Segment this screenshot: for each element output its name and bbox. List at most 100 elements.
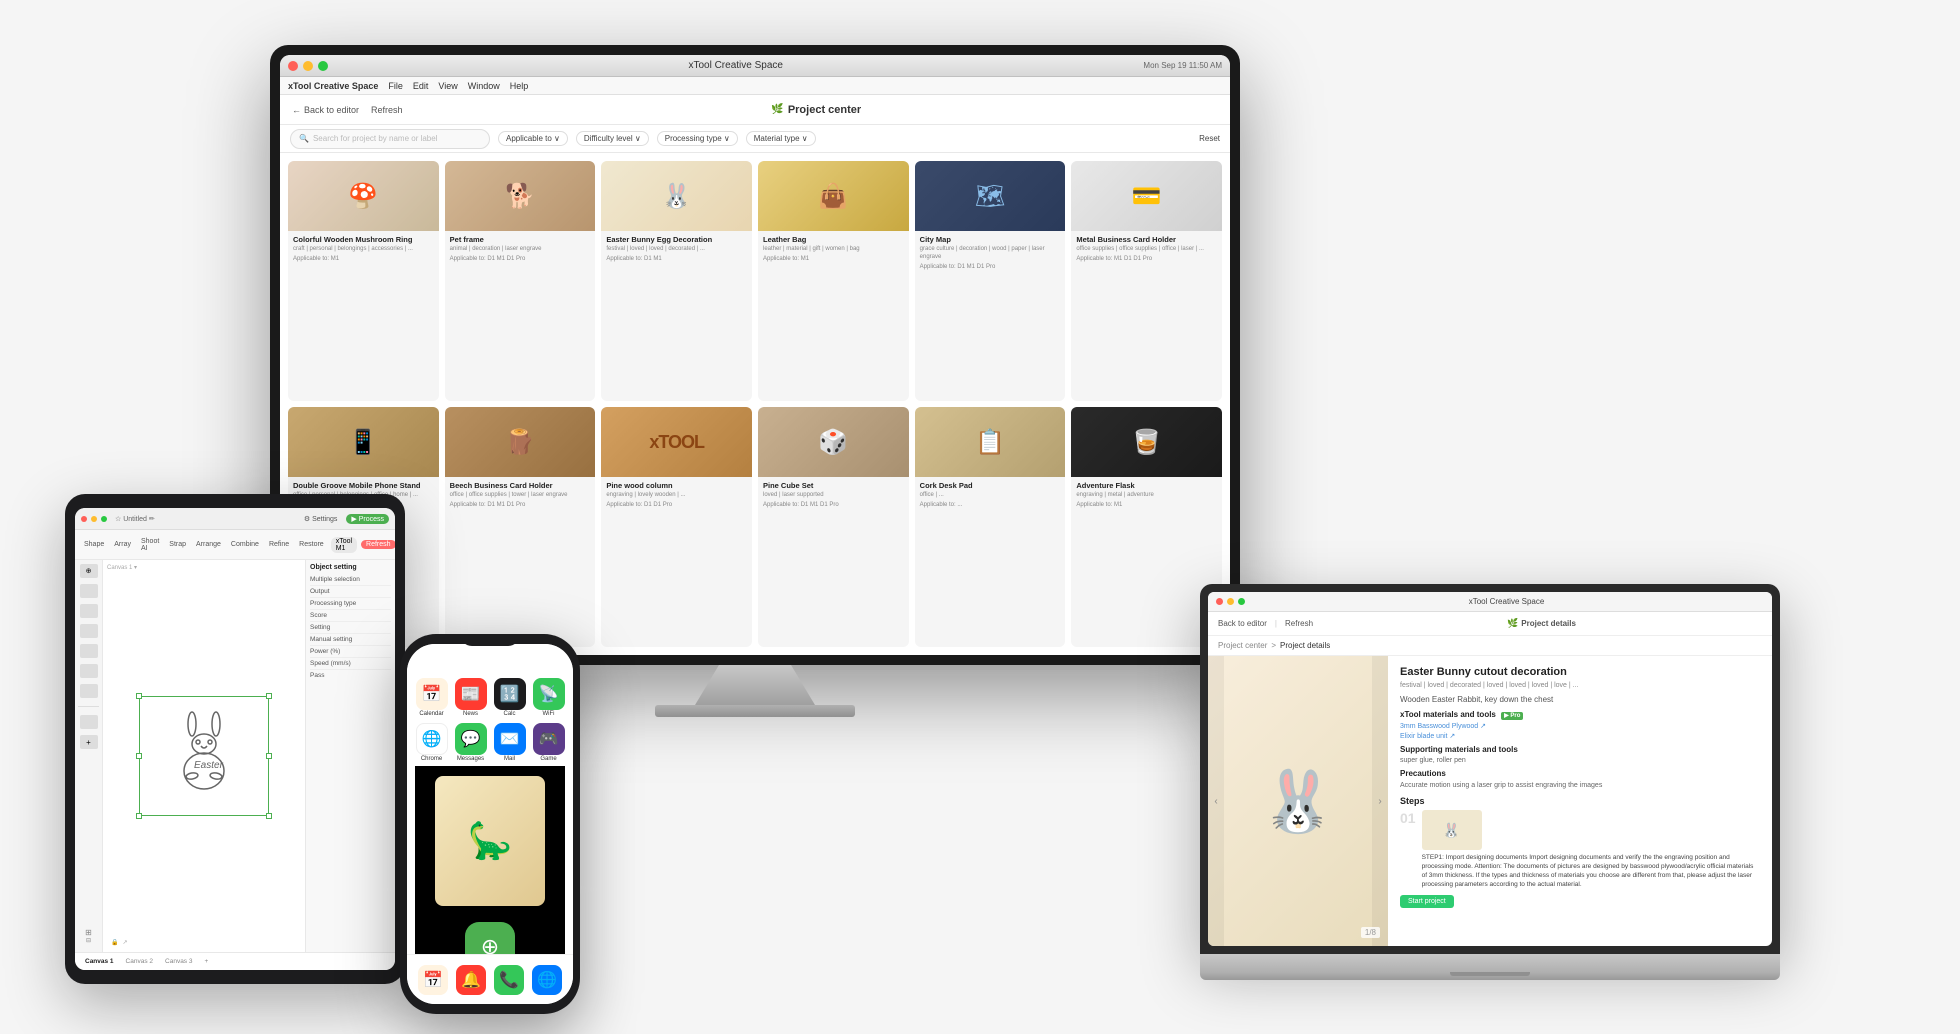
canvas-tab-3[interactable]: Canvas 3 [161, 958, 196, 965]
menu-window[interactable]: Window [468, 81, 500, 91]
search-box[interactable]: 🔍 Search for project by name or label [290, 129, 490, 149]
maximize-button[interactable] [318, 61, 328, 71]
project-description: Wooden Easter Rabbit, key down the chest [1400, 695, 1760, 704]
ipad-sidebar-move-tool[interactable]: ⊕ [80, 564, 98, 578]
reset-filter-button[interactable]: Reset [1199, 134, 1220, 143]
ipad-status-badge[interactable]: Refresh [361, 540, 395, 549]
ipad-sidebar-shape[interactable] [80, 644, 98, 658]
menu-file[interactable]: File [388, 81, 403, 91]
ipad-process-btn[interactable]: ▶ Process [346, 514, 389, 524]
rp-power[interactable]: Power (%) [310, 646, 391, 658]
laptop-refresh-btn[interactable]: Refresh [1285, 619, 1313, 628]
project-card-petframe[interactable]: 🐕 Pet frame animal | decoration | laser … [445, 161, 596, 401]
project-card-pinecube[interactable]: 🎲 Pine Cube Set loved | laser supported … [758, 407, 909, 647]
ipad-tool-combine[interactable]: Combine [228, 541, 262, 548]
project-card-corkdesk[interactable]: 📋 Cork Desk Pad office | ... Applicable … [915, 407, 1066, 647]
app-icon-chrome[interactable]: 🌐 Chrome [415, 723, 448, 762]
ipad-sidebar-text[interactable] [80, 624, 98, 638]
creative-space-screen: 🦕 ⊕ Creative Space Turn imagination into… [415, 766, 565, 954]
ipad-sidebar-pen[interactable] [80, 604, 98, 618]
rp-manual-setting[interactable]: Manual setting [310, 634, 391, 646]
processing-filter-button[interactable]: Processing type ∨ [657, 131, 738, 146]
project-card-bunny[interactable]: 🐰 Easter Bunny Egg Decoration festival |… [601, 161, 752, 401]
selection-handle-bl[interactable] [136, 813, 142, 819]
app-icon-game[interactable]: 🎮 Game [532, 723, 565, 762]
ipad-tool-shootai[interactable]: Shoot AI [138, 538, 162, 552]
applicable-filter-button[interactable]: Applicable to ∨ [498, 131, 568, 146]
start-project-button[interactable]: Start project [1400, 895, 1454, 908]
project-card-pinewood[interactable]: xTOOL Pine wood column engraving | lovel… [601, 407, 752, 647]
project-card-beechcard[interactable]: 🪵 Beech Business Card Holder office | of… [445, 407, 596, 647]
app-icon-news[interactable]: 📰 News [454, 678, 487, 717]
rp-pass[interactable]: Pass [310, 670, 391, 681]
app-icon-calc[interactable]: 🔢 Calc [493, 678, 526, 717]
difficulty-filter-button[interactable]: Difficulty level ∨ [576, 131, 649, 146]
cs-action-button[interactable]: ⊕ [465, 922, 515, 954]
ipad-tool-array[interactable]: Array [111, 541, 134, 548]
app-icon-wifi[interactable]: 📡 WiFi [532, 678, 565, 717]
app-icon-calendar[interactable]: 📅 Calendar [415, 678, 448, 717]
selection-handle-br[interactable] [266, 813, 272, 819]
ipad-tool-restore[interactable]: Restore [296, 541, 327, 548]
ipad-maximize[interactable] [101, 516, 107, 522]
ipad-sidebar-zoom[interactable] [80, 664, 98, 678]
selection-handle-ml[interactable] [136, 753, 142, 759]
ipad-tool-refine[interactable]: Refine [266, 541, 292, 548]
ipad-canvas-area: Canvas 1 ▾ [103, 560, 305, 952]
app-icon-mail[interactable]: ✉️ Mail [493, 723, 526, 762]
canvas-tab-1[interactable]: Canvas 1 [81, 958, 118, 965]
minimize-button[interactable] [303, 61, 313, 71]
project-card-bag[interactable]: 👜 Leather Bag leather | material | gift … [758, 161, 909, 401]
app-icon-messages[interactable]: 💬 Messages [454, 723, 487, 762]
refresh-button[interactable]: Refresh [371, 105, 403, 115]
menu-help[interactable]: Help [510, 81, 529, 91]
rp-setting: Setting [310, 622, 391, 634]
back-to-editor-button[interactable]: ← Back to editor [292, 105, 359, 115]
laptop-maximize-button[interactable] [1238, 598, 1245, 605]
laptop-content: ‹ 🐰 › 1/8 Easter Bunny cutout decoration… [1208, 656, 1772, 946]
menu-view[interactable]: View [438, 81, 457, 91]
laptop-minimize-button[interactable] [1227, 598, 1234, 605]
ipad-settings-btn[interactable]: ⚙ Settings [299, 514, 343, 524]
selection-handle-tr[interactable] [266, 693, 272, 699]
prev-image-button[interactable]: ‹ [1208, 656, 1224, 946]
menu-edit[interactable]: Edit [413, 81, 429, 91]
ipad-sidebar-layers[interactable] [80, 715, 98, 729]
messages-icon: 💬 [455, 723, 487, 755]
ipad-tool-shape[interactable]: Shape [81, 541, 107, 548]
ipad-sidebar-plus[interactable]: + [80, 735, 98, 749]
selection-handle-tl[interactable] [136, 693, 142, 699]
next-image-button[interactable]: › [1372, 656, 1388, 946]
ipad-close[interactable] [81, 516, 87, 522]
material-filter-button[interactable]: Material type ∨ [746, 131, 816, 146]
menu-xtool[interactable]: xTool Creative Space [288, 81, 378, 91]
canvas-content[interactable]: Easter [139, 696, 269, 816]
dock-reminders[interactable]: 🔔 [456, 965, 486, 995]
cs-product-image: 🦕 [435, 776, 545, 906]
selection-handle-mr[interactable] [266, 753, 272, 759]
canvas-tab-2[interactable]: Canvas 2 [122, 958, 157, 965]
ipad-tool-arrange[interactable]: Arrange [193, 541, 224, 548]
dock-safari[interactable]: 🌐 [532, 965, 562, 995]
close-button[interactable] [288, 61, 298, 71]
project-card-image: 💳 [1071, 161, 1222, 231]
game-icon: 🎮 [533, 723, 565, 755]
laptop-back-btn[interactable]: Back to editor [1218, 619, 1267, 628]
tool-link-2[interactable]: Elixir blade unit ↗ [1400, 732, 1760, 740]
iphone-status-bar [407, 644, 573, 674]
ipad-sidebar-select[interactable] [80, 584, 98, 598]
laptop-close-button[interactable] [1216, 598, 1223, 605]
dock-calendar[interactable]: 📅 [418, 965, 448, 995]
project-card-bizcard[interactable]: 💳 Metal Business Card Holder office supp… [1071, 161, 1222, 401]
ipad-tool-strap[interactable]: Strap [166, 541, 189, 548]
dock-phone[interactable]: 📞 [494, 965, 524, 995]
tool-link-1[interactable]: 3mm Basswood Plywood ↗ [1400, 722, 1760, 730]
rp-speed[interactable]: Speed (mm/s) [310, 658, 391, 670]
project-card-image: 📱 [288, 407, 439, 477]
ipad-sidebar-eyedrop[interactable] [80, 684, 98, 698]
project-card-mushroom[interactable]: 🍄 Colorful Wooden Mushroom Ring craft | … [288, 161, 439, 401]
canvas-tab-add[interactable]: + [200, 958, 212, 965]
breadcrumb-root[interactable]: Project center [1218, 641, 1267, 650]
project-card-citymap[interactable]: 🗺 City Map grace culture | decoration | … [915, 161, 1066, 401]
ipad-minimize[interactable] [91, 516, 97, 522]
